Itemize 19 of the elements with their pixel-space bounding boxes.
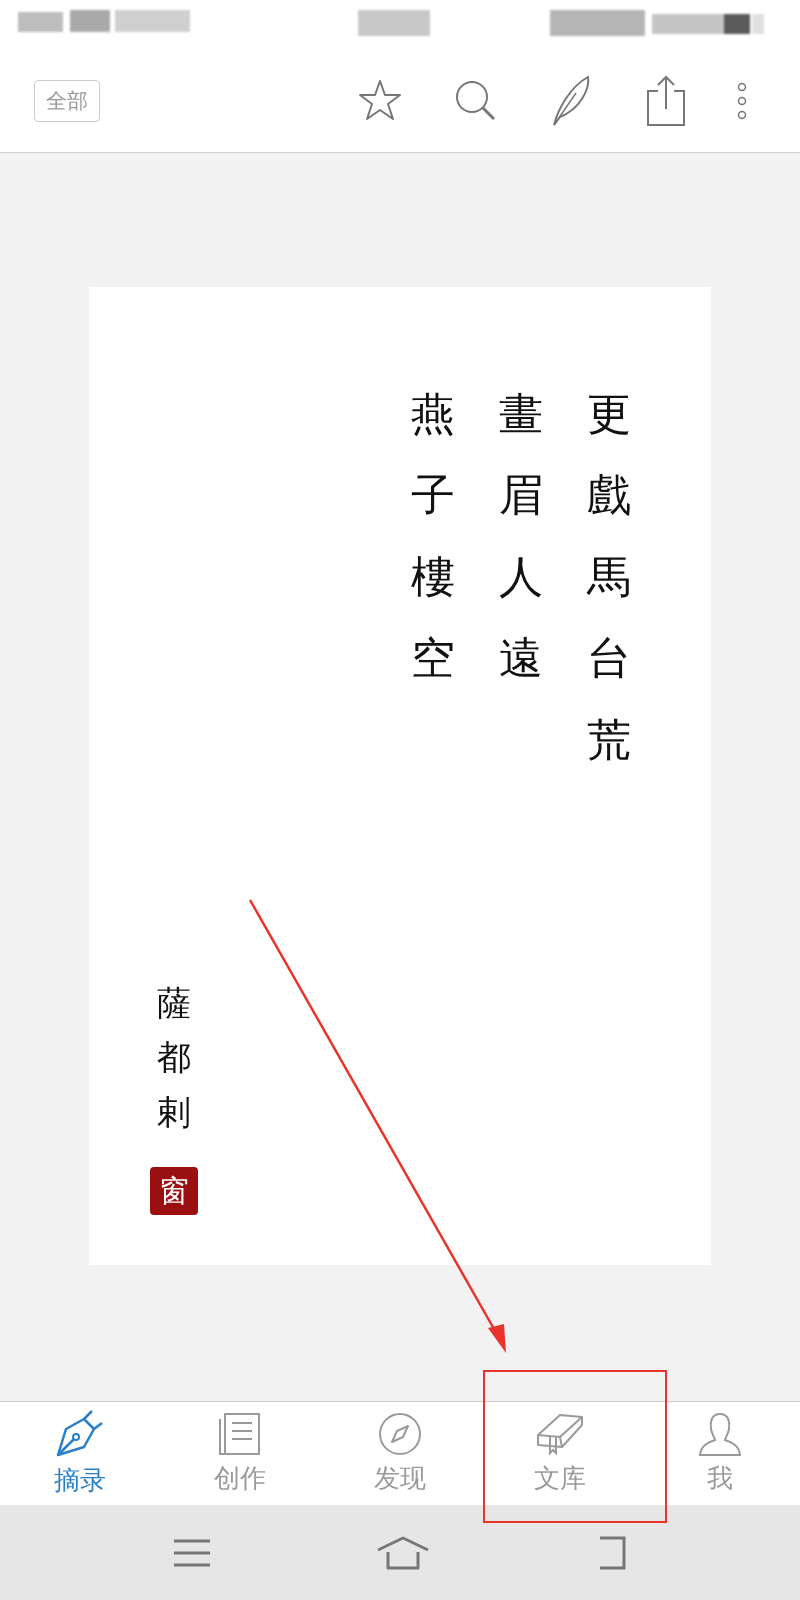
tab[interactable]: 摘录 xyxy=(0,1402,160,1505)
book-icon xyxy=(534,1411,586,1457)
poem-line: 畫眉人遠 xyxy=(499,387,543,686)
more-icon[interactable] xyxy=(736,81,748,121)
tab[interactable]: 文库 xyxy=(480,1402,640,1505)
tab[interactable]: 我 xyxy=(640,1402,800,1505)
seal-stamp: 窗 xyxy=(150,1167,198,1215)
poem-line: 燕子樓空 xyxy=(411,387,455,686)
document-icon xyxy=(217,1411,263,1457)
filter-button[interactable]: 全部 xyxy=(34,80,100,122)
person-icon xyxy=(697,1411,743,1457)
tab[interactable]: 创作 xyxy=(160,1402,320,1505)
author-name: 薩都剌 xyxy=(157,981,191,1134)
share-icon[interactable] xyxy=(644,75,688,127)
home-icon[interactable] xyxy=(376,1535,430,1570)
compass-icon xyxy=(377,1411,423,1457)
menu-icon[interactable] xyxy=(172,1537,212,1568)
poem-line: 更戲馬台荒 xyxy=(587,387,631,767)
tab[interactable]: 发现 xyxy=(320,1402,480,1505)
